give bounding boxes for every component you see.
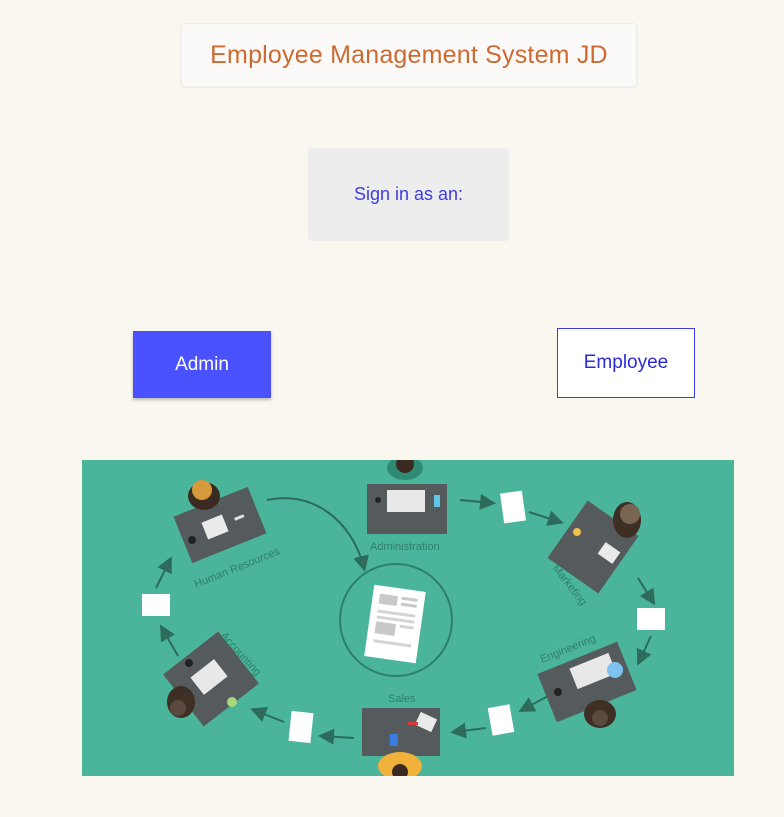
page-title: Employee Management System JD — [210, 40, 608, 69]
admin-button-label: Admin — [175, 353, 229, 375]
signin-prompt-card: Sign in as an: — [308, 148, 509, 241]
admin-button[interactable]: Admin — [133, 331, 271, 398]
paper-icon-5 — [142, 594, 170, 616]
title-card: Employee Management System JD — [181, 23, 637, 87]
workflow-illustration: Administration Marketing Engineering Sal… — [82, 460, 734, 776]
dept-label-administration: Administration — [370, 541, 440, 553]
paper-icon-1 — [500, 490, 526, 524]
paper-icon-4 — [288, 710, 314, 744]
dept-label-sales: Sales — [388, 693, 416, 705]
paper-icon-2 — [637, 608, 665, 630]
employee-button-label: Employee — [583, 352, 669, 373]
workflow-svg: Administration Marketing Engineering Sal… — [82, 460, 734, 776]
employee-button[interactable]: Employee — [557, 328, 695, 398]
signin-prompt: Sign in as an: — [353, 184, 464, 204]
